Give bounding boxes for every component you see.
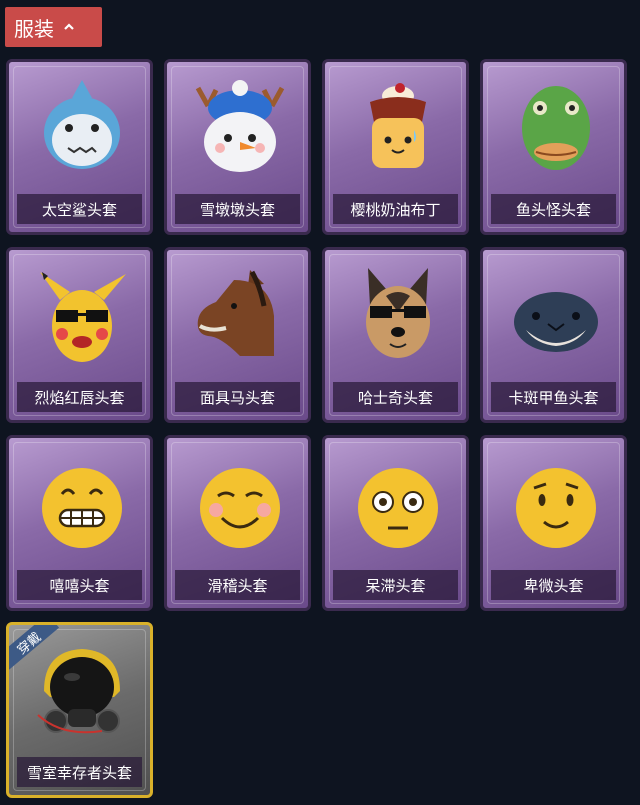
item-label: 太空鲨头套 — [17, 194, 142, 224]
item-label: 卑微头套 — [491, 570, 616, 600]
item-card[interactable]: 哈士奇头套 — [322, 247, 469, 423]
item-label: 樱桃奶油布丁 — [333, 194, 458, 224]
item-card[interactable]: 面具马头套 — [164, 247, 311, 423]
item-label: 烈焰红唇头套 — [17, 382, 142, 412]
item-card[interactable]: 卑微头套 — [480, 435, 627, 611]
humble-emoji-mask-icon — [516, 468, 596, 548]
space-shark-mask-icon — [44, 80, 120, 169]
item-label: 雪墩墩头套 — [175, 194, 300, 224]
dazed-emoji-mask-icon — [358, 468, 438, 548]
funny-emoji-mask-icon — [200, 468, 280, 548]
item-card-equipped[interactable]: 穿戴 雪室幸存者头套 — [6, 622, 153, 798]
husky-mask-icon — [366, 268, 430, 358]
item-card[interactable]: 卡斑甲鱼头套 — [480, 247, 627, 423]
item-label: 鱼头怪头套 — [491, 194, 616, 224]
gas-mask-helmet-icon — [37, 649, 120, 734]
puffer-mask-icon — [514, 292, 598, 352]
item-label: 滑稽头套 — [175, 570, 300, 600]
item-card[interactable]: 太空鲨头套 — [6, 59, 153, 235]
pikachu-mask-icon — [40, 272, 126, 362]
pudding-mask-icon — [370, 83, 426, 168]
category-tab-label: 服装 — [14, 16, 54, 41]
item-card[interactable]: 烈焰红唇头套 — [6, 247, 153, 423]
item-card[interactable]: 鱼头怪头套 — [480, 59, 627, 235]
item-card[interactable]: 呆滞头套 — [322, 435, 469, 611]
horse-mask-icon — [197, 270, 274, 356]
category-tab-clothing[interactable]: 服装 — [5, 7, 102, 47]
item-label: 哈士奇头套 — [333, 382, 458, 412]
item-label: 嘻嘻头套 — [17, 570, 142, 600]
item-card[interactable]: 滑稽头套 — [164, 435, 311, 611]
fish-head-mask-icon — [522, 86, 590, 170]
item-card[interactable]: 樱桃奶油布丁 — [322, 59, 469, 235]
item-label: 面具马头套 — [175, 382, 300, 412]
item-card[interactable]: 嘻嘻头套 — [6, 435, 153, 611]
item-card[interactable]: 雪墩墩头套 — [164, 59, 311, 235]
chevron-up-icon — [64, 23, 74, 30]
grin-emoji-mask-icon — [42, 468, 122, 548]
item-label: 呆滞头套 — [333, 570, 458, 600]
item-label: 卡斑甲鱼头套 — [491, 382, 616, 412]
snowman-mask-icon — [195, 80, 285, 172]
item-label: 雪室幸存者头套 — [17, 757, 142, 787]
